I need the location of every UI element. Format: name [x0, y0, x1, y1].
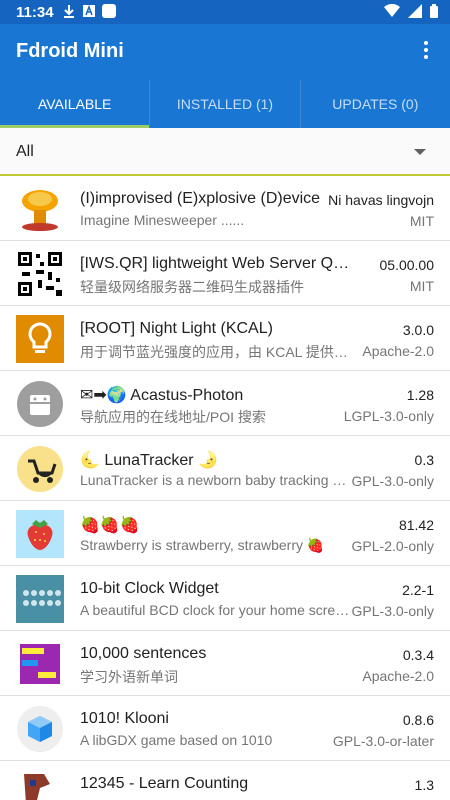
app-license: GPL-3.0-only — [351, 473, 434, 489]
app-license: MIT — [409, 213, 434, 229]
app-name: 🍓🍓🍓 — [80, 517, 140, 534]
app-version: 0.8.6 — [402, 712, 434, 728]
app-list-item[interactable]: [ROOT] Night Light (KCAL) 用于调节蓝光强度的应用，由 … — [0, 306, 450, 371]
tab-available[interactable]: AVAILABLE — [0, 80, 151, 128]
status-bar: 11:34 — [0, 0, 450, 24]
dropdown-arrow-icon — [414, 149, 426, 155]
app-summary: A beautiful BCD clock for your home scre… — [80, 602, 350, 618]
app-license: Apache-2.0 — [362, 343, 434, 359]
tab-installed[interactable]: INSTALLED (1) — [150, 80, 301, 128]
app-summary: 学习外语新单词 — [80, 669, 178, 685]
app-version: 1.28 — [406, 387, 434, 403]
app-list-item[interactable]: 🌜 LunaTracker 🌛 LunaTracker is a newborn… — [0, 436, 450, 501]
app-name: [ROOT] Night Light (KCAL) — [80, 320, 273, 337]
counting-icon — [16, 770, 64, 800]
wifi-icon — [384, 4, 400, 17]
app-list-item[interactable]: [IWS.QR] lightweight Web Server QR code … — [0, 241, 450, 306]
strawberry-icon — [16, 510, 64, 558]
app-summary: Strawberry is strawberry, strawberry 🍓 — [80, 537, 325, 553]
app-list-item[interactable]: 🍓🍓🍓 Strawberry is strawberry, strawberry… — [0, 501, 450, 566]
app-summary: Imagine Minesweeper ...... — [80, 212, 245, 228]
app-version: 2.2-1 — [402, 582, 434, 598]
app-name: (I)improvised (E)xplosive (D)evice — [80, 190, 321, 207]
app-version: 0.3 — [414, 452, 434, 468]
app-version: 1.3 — [414, 777, 434, 793]
qr-code-icon — [16, 250, 64, 298]
app-list-item[interactable]: ✉➡🌍 Acastus-Photon 导航应用的在线地址/POI 搜索 1.28… — [0, 371, 450, 436]
app-list-item[interactable]: 12345 - Learn Counting 1.3 — [0, 761, 450, 800]
notification-square-icon — [102, 4, 116, 18]
signal-icon — [408, 4, 422, 18]
baby-stroller-icon — [16, 445, 64, 493]
app-name: 12345 - Learn Counting — [80, 775, 249, 792]
app-name: 10-bit Clock Widget — [80, 580, 219, 597]
app-bar: Fdroid Mini — [0, 24, 450, 80]
overflow-menu-icon[interactable] — [414, 38, 438, 66]
app-version: 0.3.4 — [402, 647, 434, 663]
app-list-item[interactable]: 1010! Klooni A libGDX game based on 1010… — [0, 696, 450, 761]
app-license: GPL-2.0-only — [351, 538, 434, 554]
app-license: GPL-3.0-or-later — [332, 733, 434, 749]
status-time: 11:34 — [16, 4, 54, 21]
tab-updates[interactable]: UPDATES (0) — [301, 80, 450, 128]
app-version: 3.0.0 — [402, 322, 434, 338]
cube-icon — [16, 705, 64, 753]
app-summary: 轻量级网络服务器二维码生成器插件 — [80, 279, 304, 295]
app-name: 🌜 LunaTracker 🌛 — [80, 452, 218, 469]
app-name: ✉➡🌍 Acastus-Photon — [80, 387, 244, 404]
tab-bar: AVAILABLE INSTALLED (1) UPDATES (0) — [0, 80, 450, 128]
app-license: MIT — [409, 278, 434, 294]
bcd-clock-icon — [16, 575, 64, 623]
app-license: LGPL-3.0-only — [343, 408, 434, 424]
download-icon — [62, 4, 76, 18]
app-license: GPL-3.0-only — [351, 603, 434, 619]
app-title: Fdroid Mini — [16, 40, 124, 62]
notification-a-icon — [82, 4, 96, 18]
app-list-item[interactable]: 10,000 sentences 学习外语新单词 0.3.4 Apache-2.… — [0, 631, 450, 696]
app-name: 10,000 sentences — [80, 645, 207, 662]
app-list[interactable]: (I)improvised (E)xplosive (D)evice Imagi… — [0, 176, 450, 800]
category-filter-value: All — [16, 143, 34, 160]
app-version: 05.00.00 — [379, 257, 435, 273]
app-summary: 用于调节蓝光强度的应用，由 KCAL 提供支持 — [80, 344, 350, 360]
app-name: 1010! Klooni — [80, 710, 169, 727]
app-summary: 导航应用的在线地址/POI 搜索 — [80, 409, 266, 425]
android-robot-icon — [16, 380, 64, 428]
app-summary: LunaTracker is a newborn baby tracking a… — [80, 472, 350, 488]
app-version: 81.42 — [398, 517, 434, 533]
category-filter-dropdown[interactable]: All — [0, 128, 450, 176]
lightbulb-icon — [16, 315, 64, 363]
app-version: Ni havas lingvojn — [328, 192, 434, 208]
app-list-item[interactable]: 10-bit Clock Widget A beautiful BCD cloc… — [0, 566, 450, 631]
app-license: Apache-2.0 — [362, 668, 434, 684]
battery-icon — [430, 4, 438, 18]
app-list-item[interactable]: (I)improvised (E)xplosive (D)evice Imagi… — [0, 176, 450, 241]
mushroom-cloud-icon — [16, 185, 64, 233]
sentences-icon — [16, 640, 64, 688]
app-summary: A libGDX game based on 1010 — [80, 732, 273, 748]
app-name: [IWS.QR] lightweight Web Server QR code — [80, 255, 350, 272]
